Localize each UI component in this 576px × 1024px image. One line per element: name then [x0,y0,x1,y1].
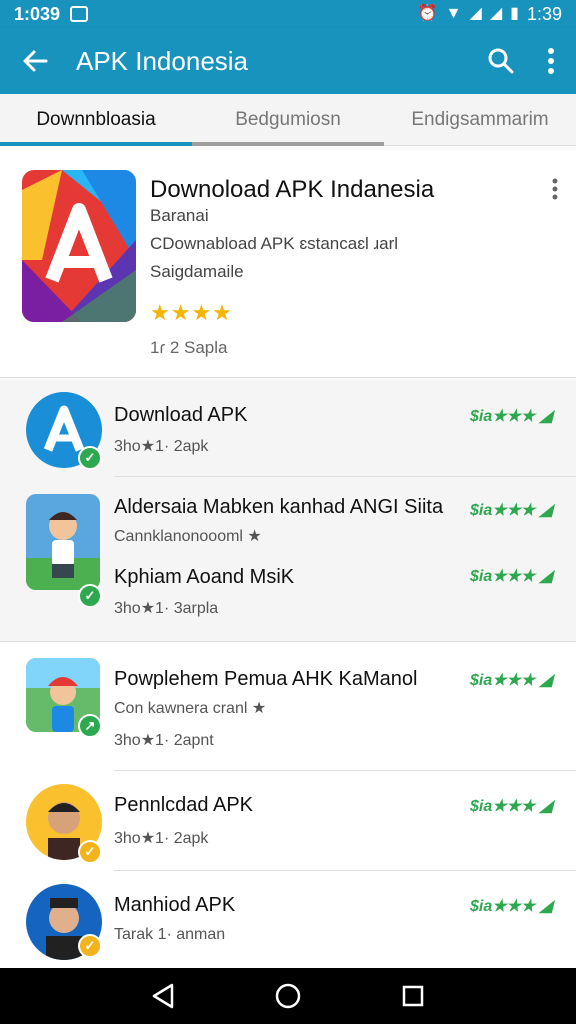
status-icons: ⏰ ▼ ◢ ◢ ▮ 1:39 [418,4,562,25]
app-meta: Tarak 1· anman [114,926,226,943]
app-name: Aldersaia Mabken kanhad ANGI Siita [114,496,444,518]
wifi-icon: ▼ [445,5,462,22]
featured-description: CDownabload APK ɛstancaɛl ɹarl [150,234,399,253]
list-item[interactable]: ↗ Powplehem Pemua AHK KaManol Con kawner… [0,642,576,770]
app-meta: 3ho★1· 2apk [114,830,209,847]
status-time-right: 1:39 [526,3,562,24]
featured-developer: Baranai [150,206,209,225]
tab-bar: Downnbloasia Bedgumiosn Endigsammarim [0,94,576,146]
battery-icon: ▮ [510,5,519,22]
app-name: Download APK [114,404,248,426]
app-rating: $ia★★★ ◢ [469,898,552,915]
app-meta: Cannklanonoooml ★ [114,528,262,545]
featured-app-card[interactable]: Downoload APK Indanesia Baranai CDownabl… [0,150,576,378]
app-rating: $ia★★★ ◢ [469,798,552,815]
app-meta: 3ho★1· 2apk [114,438,209,455]
square-recents-icon [403,985,424,1007]
list-section: ✓ Download APK 3ho★1· 2apk $ia★★★ ◢ ✓ Al… [0,380,576,642]
list-item[interactable]: ✓ Aldersaia Mabken kanhad ANGI Siita Can… [0,476,576,642]
status-time-left: 1:039 [14,3,61,24]
overflow-menu-button[interactable] [526,28,576,94]
search-icon [488,48,514,74]
status-bar: 1:039 ⏰ ▼ ◢ ◢ ▮ 1:39 [0,0,576,28]
list-section: ↗ Powplehem Pemua AHK KaManol Con kawner… [0,642,576,968]
app-meta-secondary: 3ho★1· 2apnt [114,732,214,749]
nav-home-button[interactable] [268,976,308,1016]
app-name: Manhiod APK [114,894,236,916]
tab-second[interactable]: Bedgumiosn [192,94,384,146]
signal-icon-2: ◢ [489,5,503,22]
app-rating: $ia★★★ ◢ [469,408,552,425]
tab-downloads[interactable]: Downnbloasia [0,94,192,146]
app-list: ✓ Download APK 3ho★1· 2apk $ia★★★ ◢ ✓ Al… [0,380,576,968]
app-icon [26,494,100,590]
app-name: Kphiam Aoand MsiK [114,566,295,588]
nav-back-button[interactable] [143,976,183,1016]
circle-home-icon [275,983,301,1009]
featured-rating-stars: ★★★★ [150,300,233,325]
signal-icon: ◢ [469,5,482,22]
update-badge-icon: ✓ [78,934,102,958]
more-vert-icon [548,48,554,74]
search-button[interactable] [476,28,526,94]
installed-badge-icon: ✓ [78,446,102,470]
app-name: Pennlcdad APK [114,794,253,816]
app-rating: $ia★★★ ◢ [469,502,552,519]
featured-app-icon [22,170,136,322]
featured-category: Saigdamaile [150,262,244,281]
nav-recents-button[interactable] [393,976,433,1016]
page-title: APK Indonesia [76,45,249,76]
app-meta: Con kawnera cranl ★ [114,700,267,717]
app-bar: APK Indonesia [0,28,576,94]
list-item[interactable]: ✓ Download APK 3ho★1· 2apk $ia★★★ ◢ [0,380,576,476]
list-item[interactable]: ✓ Pennlcdad APK 3ho★1· 2apk $ia★★★ ◢ [0,770,576,870]
triangle-back-icon [152,983,173,1009]
featured-overflow-button[interactable] [552,178,558,205]
system-nav-bar [0,968,576,1024]
app-rating: $ia★★★ ◢ [469,568,552,585]
list-item[interactable]: ✓ Manhiod APK Tarak 1· anman $ia★★★ ◢ [0,870,576,968]
app-name: Powplehem Pemua AHK KaManol [114,668,418,690]
featured-title: Downoload APK Indanesia [150,176,435,203]
tab-third[interactable]: Endigsammarim [384,94,576,145]
notification-icon [70,6,89,22]
update-badge-icon: ✓ [78,840,102,864]
featured-meta: 1ɾ 2 Sapla [150,338,228,357]
installed-badge-icon: ✓ [78,584,102,608]
arrow-left-icon [23,50,48,72]
app-rating: $ia★★★ ◢ [469,672,552,689]
installed-badge-icon: ↗ [78,714,102,738]
back-button[interactable] [0,28,70,94]
app-meta: 3ho★1· 3arpla [114,600,219,617]
more-vert-icon [552,178,558,200]
alarm-icon: ⏰ [417,5,438,22]
